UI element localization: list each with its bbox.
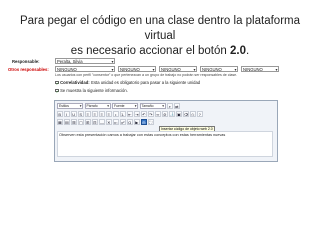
muestra-checkbox[interactable] — [55, 89, 59, 93]
otros-select-5[interactable]: NINGUNO — [241, 66, 279, 73]
style-select[interactable]: Estilos — [57, 103, 83, 109]
anchor-icon[interactable]: ⚓ — [169, 111, 175, 117]
correlatividad-row: Correlatividad: Esta unidad es obligator… — [55, 80, 200, 85]
embed-web20-icon[interactable]: ◎ — [141, 119, 147, 125]
correlatividad-label: Correlatividad: — [60, 80, 90, 85]
unlink-icon[interactable]: ⊘ — [162, 111, 168, 117]
font-select[interactable]: Fuente — [112, 103, 138, 109]
otros-select-4[interactable]: NINGUNO — [200, 66, 238, 73]
responsable-select[interactable]: Peralta, Silvia — [55, 58, 115, 65]
format-select[interactable]: Párrafo — [84, 103, 111, 109]
align-center-icon[interactable]: ≡ — [92, 111, 98, 117]
subscript-icon[interactable]: x₂ — [113, 119, 119, 125]
caption: Para pegar el código en una clase dentro… — [6, 14, 314, 59]
form-screenshot: Responsable: Peralta, Silvia Otros respo… — [6, 58, 316, 186]
muestra-text: Se muestra la siguiente información. — [60, 88, 128, 93]
responsable-label: Responsable: — [12, 58, 40, 64]
editor-toolbar-row-3: ▦ ▤ ▥ ▢ ⊞ ⊟ — ✕ x₂ x² Ω ▶ ◎ ⛶ — [57, 119, 154, 125]
editor-toolbar-row-1: Estilos Párrafo Fuente Tamaño ⌕ ⇄ — [57, 103, 180, 109]
align-justify-icon[interactable]: ≡ — [106, 111, 112, 117]
otros-note: Los usuarios con perfil "consentor" o qu… — [55, 72, 238, 77]
image-icon[interactable]: ▣ — [176, 111, 182, 117]
hr-icon[interactable]: — — [99, 119, 105, 125]
link-icon[interactable]: ∞ — [155, 111, 161, 117]
rich-text-editor: Estilos Párrafo Fuente Tamaño ⌕ ⇄ BIUS≡≡… — [54, 100, 278, 162]
help-icon[interactable]: ? — [197, 111, 203, 117]
size-select[interactable]: Tamaño — [139, 103, 166, 109]
responsable-row: Responsable: Peralta, Silvia — [12, 58, 115, 65]
remove-format-icon[interactable]: ✕ — [106, 119, 112, 125]
row-icon[interactable]: ▤ — [64, 119, 70, 125]
caption-bold-version: 2.0 — [229, 45, 246, 57]
caption-line-1: Para pegar el código en una clase dentro… — [19, 15, 300, 42]
otros-label: Otros responsables: — [8, 66, 49, 72]
find-icon[interactable]: ⌕ — [167, 103, 173, 109]
otros-select-2[interactable]: NINGUNO — [118, 66, 156, 73]
align-right-icon[interactable]: ≡ — [99, 111, 105, 117]
editor-content-area[interactable]: Observen esta presentación camos a traba… — [57, 131, 273, 157]
muestra-row: Se muestra la siguiente información. — [55, 88, 128, 93]
bullet-list-icon[interactable]: • — [113, 111, 119, 117]
editor-toolbar-row-2: BIUS≡≡≡≡•1.⇤⇥↶↷∞⊘⚓▣⌫◇? — [57, 111, 203, 117]
table-icon[interactable]: ▦ — [57, 119, 63, 125]
align-left-icon[interactable]: ≡ — [85, 111, 91, 117]
clean-icon[interactable]: ⌫ — [183, 111, 189, 117]
italic-icon[interactable]: I — [64, 111, 70, 117]
cell-icon[interactable]: ▢ — [78, 119, 84, 125]
fullscreen-icon[interactable]: ⛶ — [148, 119, 154, 125]
strikethrough-icon[interactable]: S — [78, 111, 84, 117]
column-icon[interactable]: ▥ — [71, 119, 77, 125]
indent-icon[interactable]: ⇥ — [134, 111, 140, 117]
numbered-list-icon[interactable]: 1. — [120, 111, 126, 117]
otros-row: Otros responsables: NINGUNO NINGUNO NING… — [8, 66, 279, 73]
replace-icon[interactable]: ⇄ — [174, 103, 180, 109]
redo-icon[interactable]: ↷ — [148, 111, 154, 117]
caption-line-2: es necesario accionar el botón 2.0. — [6, 44, 314, 59]
merge-icon[interactable]: ⊞ — [85, 119, 91, 125]
outdent-icon[interactable]: ⇤ — [127, 111, 133, 117]
otros-select-3[interactable]: NINGUNO — [159, 66, 197, 73]
undo-icon[interactable]: ↶ — [141, 111, 147, 117]
code-icon[interactable]: ◇ — [190, 111, 196, 117]
correlatividad-text: Esta unidad es obligatorio para pasar a … — [91, 80, 201, 85]
charmap-icon[interactable]: Ω — [127, 119, 133, 125]
caption-period: . — [245, 45, 250, 57]
caption-line-2-text: es necesario accionar el botón — [70, 45, 230, 57]
correlatividad-checkbox[interactable] — [55, 81, 59, 85]
otros-select-1[interactable]: NINGUNO — [55, 66, 115, 73]
superscript-icon[interactable]: x² — [120, 119, 126, 125]
bold-icon[interactable]: B — [57, 111, 63, 117]
media-icon[interactable]: ▶ — [134, 119, 140, 125]
underline-icon[interactable]: U — [71, 111, 77, 117]
split-icon[interactable]: ⊟ — [92, 119, 98, 125]
